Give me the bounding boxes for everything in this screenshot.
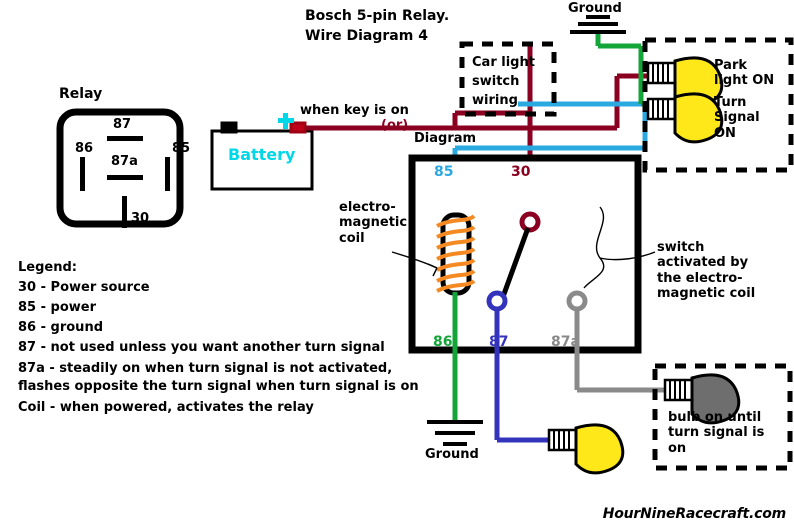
relay-internal-box xyxy=(408,154,642,354)
legend-item-85: 85 - power xyxy=(18,300,97,315)
legend-item-87a-line2: flashes opposite the turn signal when tu… xyxy=(18,379,419,394)
legend-heading: Legend: xyxy=(18,260,77,275)
ground-label-top: Ground xyxy=(568,1,622,16)
ground-symbol-bottom xyxy=(427,420,483,446)
terminal-label-87: 87 xyxy=(489,334,509,350)
switch-arm xyxy=(497,227,531,306)
switch-wiring-line-3: wiring xyxy=(472,93,518,108)
terminal-node-87 xyxy=(486,290,508,312)
watermark: HourNineRacecraft.com xyxy=(602,506,786,522)
relay-pin-30: 30 xyxy=(131,211,150,226)
bulb-87-output xyxy=(547,423,625,475)
relay-pin-86: 86 xyxy=(75,141,94,156)
bulb-turn-signal xyxy=(646,92,724,144)
battery-plus-icon xyxy=(278,113,294,129)
terminal-label-87a: 87a xyxy=(551,334,580,350)
turn-signal-label: Turn Signal ON xyxy=(714,95,760,141)
wire-87 xyxy=(494,309,549,443)
diagram-canvas: Bosch 5-pin Relay. Wire Diagram 4 Relay … xyxy=(0,0,794,524)
legend-item-87a-line1: 87a - steadily on when turn signal is no… xyxy=(18,361,393,376)
battery-label: Battery xyxy=(228,145,296,164)
switch-wiring-line-2: switch xyxy=(472,74,520,89)
terminal-label-86: 86 xyxy=(433,334,453,350)
relay-pin-87: 87 xyxy=(113,117,132,132)
ground-symbol-top xyxy=(570,15,626,34)
terminal-node-87a xyxy=(566,290,588,312)
switch-annotation: switch activated by the electro- magneti… xyxy=(657,240,756,301)
relay-pin-87a: 87a xyxy=(111,154,138,169)
wire-87a xyxy=(574,309,665,393)
ground-label-bottom: Ground xyxy=(425,447,479,462)
switch-wiring-line-1: Car light xyxy=(472,55,535,70)
terminal-label-30: 30 xyxy=(511,164,531,180)
terminal-label-85: 85 xyxy=(434,164,454,180)
legend-item-30: 30 - Power source xyxy=(18,280,150,295)
leader-lines xyxy=(391,206,656,289)
wire-30-power xyxy=(305,45,648,214)
wire-85 xyxy=(452,101,648,292)
legend-item-86: 86 - ground xyxy=(18,320,104,335)
coil-annotation: electro- magnetic coil xyxy=(339,200,408,246)
bulb-park-light xyxy=(646,56,724,108)
park-light-label: Park light ON xyxy=(714,58,775,89)
relay-pin-85: 85 xyxy=(172,141,191,156)
note-key-on: when key is on xyxy=(300,103,409,118)
legend-item-coil: Coil - when powered, activates the relay xyxy=(18,400,314,415)
legend-item-87: 87 - not used unless you want another tu… xyxy=(18,340,385,355)
note-diagram: Diagram xyxy=(414,131,477,146)
title-line-2: Wire Diagram 4 xyxy=(305,28,428,44)
note-or: (or) xyxy=(381,118,409,133)
wire-ground-top xyxy=(595,30,648,107)
electromagnetic-coil-symbol xyxy=(436,212,476,296)
terminal-node-30 xyxy=(519,211,541,233)
bulb-off-note: bulb on until turn signal is on xyxy=(668,410,765,456)
title-line-1: Bosch 5-pin Relay. xyxy=(305,8,450,24)
relay-pinout-heading: Relay xyxy=(59,86,103,102)
